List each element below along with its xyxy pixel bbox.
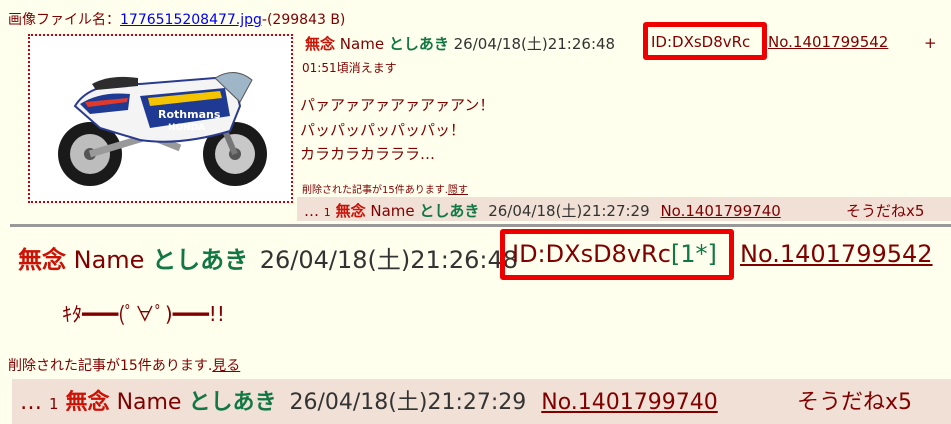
reply-poster-name: としあき bbox=[419, 202, 480, 220]
ellipsis: … bbox=[304, 202, 319, 220]
zoom-post-header: 無念 Name としあき 26/04/18(土)21:26:48 bbox=[18, 240, 518, 275]
post-id[interactable]: ID:DXsD8vRc bbox=[651, 33, 750, 51]
file-label: 画像ファイル名： bbox=[8, 12, 120, 28]
zoom-post-subject: 無念 bbox=[18, 246, 66, 274]
zoom-reply-subject: 無念 bbox=[65, 390, 110, 415]
post-body-line-1: パァアァアァアァアァアン！ bbox=[300, 96, 495, 114]
show-link[interactable]: 見る bbox=[212, 358, 240, 374]
expire-notice: 01:51頃消えます bbox=[302, 61, 397, 75]
plus-button[interactable]: + bbox=[924, 34, 937, 52]
zoom-post-body: ｷﾀ━━━(ﾟ∀ﾟ)━━━!! bbox=[62, 302, 225, 326]
reply-index: 1 bbox=[323, 206, 331, 219]
post-subject: 無念 bbox=[305, 35, 336, 53]
sodane-button[interactable]: そうだねx5 bbox=[846, 200, 924, 221]
file-info-line: 画像ファイル名：1776515208477.jpg-(299843 B) bbox=[8, 9, 345, 29]
zoom-reply-number-link[interactable]: No.1401799740 bbox=[541, 390, 718, 415]
zoom-ellipsis: … bbox=[20, 390, 42, 415]
zoom-deleted-notice-text: 削除された記事が15件あります. bbox=[8, 358, 213, 374]
reply-subject: 無念 bbox=[335, 202, 366, 220]
livery-brand-text: HONDA bbox=[168, 123, 205, 133]
zoom-reply-preview: … 1 無念 Name としあき 26/04/18(土)21:27:29 No.… bbox=[20, 384, 718, 416]
post-datetime: 26/04/18(土)21:26:48 bbox=[453, 35, 616, 53]
zoom-reply-name-label: Name bbox=[116, 390, 182, 415]
zoom-reply-poster-name: としあき bbox=[188, 390, 277, 415]
deleted-notice: 削除された記事が15件あります.隠す bbox=[302, 181, 468, 196]
thumbnail-image[interactable]: Rothmans HONDA bbox=[28, 34, 293, 203]
file-size: -(299843 B) bbox=[261, 12, 346, 28]
reply-number-link[interactable]: No.1401799740 bbox=[660, 202, 780, 220]
hide-link[interactable]: 隠す bbox=[448, 185, 468, 196]
section-divider bbox=[10, 224, 951, 227]
op-post-header: 無念 Name としあき 26/04/18(土)21:26:48 bbox=[305, 33, 615, 54]
zoom-reply-datetime: 26/04/18(土)21:27:29 bbox=[289, 390, 527, 415]
deleted-notice-text: 削除された記事が15件あります. bbox=[302, 185, 448, 196]
zoom-sodane-button[interactable]: そうだねx5 bbox=[797, 384, 912, 416]
motorcycle-illustration: Rothmans HONDA bbox=[30, 36, 291, 201]
name-label: Name bbox=[339, 35, 385, 53]
post-body-line-2: パッパッパッパッパッ！ bbox=[300, 121, 466, 139]
zoom-post-datetime: 26/04/18(土)21:26:48 bbox=[259, 246, 519, 274]
reply-preview: … 1 無念 Name としあき 26/04/18(土)21:27:29 No.… bbox=[304, 200, 781, 221]
reply-datetime: 26/04/18(土)21:27:29 bbox=[488, 202, 650, 220]
poster-name: としあき bbox=[388, 35, 449, 53]
reply-name-label: Name bbox=[370, 202, 415, 220]
id-count: [1*] bbox=[670, 240, 717, 268]
post-number-link[interactable]: No.1401799542 bbox=[768, 33, 888, 51]
zoom-deleted-notice: 削除された記事が15件あります.見る bbox=[8, 355, 240, 375]
post-body-line-3: カラカラカラララ… bbox=[300, 145, 436, 163]
zoom-poster-name: としあき bbox=[152, 246, 249, 274]
file-link[interactable]: 1776515208477.jpg bbox=[120, 12, 262, 28]
zoom-post-number-link[interactable]: No.1401799542 bbox=[740, 240, 933, 268]
zoom-post-id: ID:DXsD8vRc[1*] bbox=[512, 240, 717, 268]
zoom-name-label: Name bbox=[73, 246, 145, 274]
zoom-reply-index: 1 bbox=[49, 395, 59, 413]
zoom-id-text[interactable]: ID:DXsD8vRc bbox=[512, 240, 671, 268]
livery-text: Rothmans bbox=[158, 108, 221, 121]
